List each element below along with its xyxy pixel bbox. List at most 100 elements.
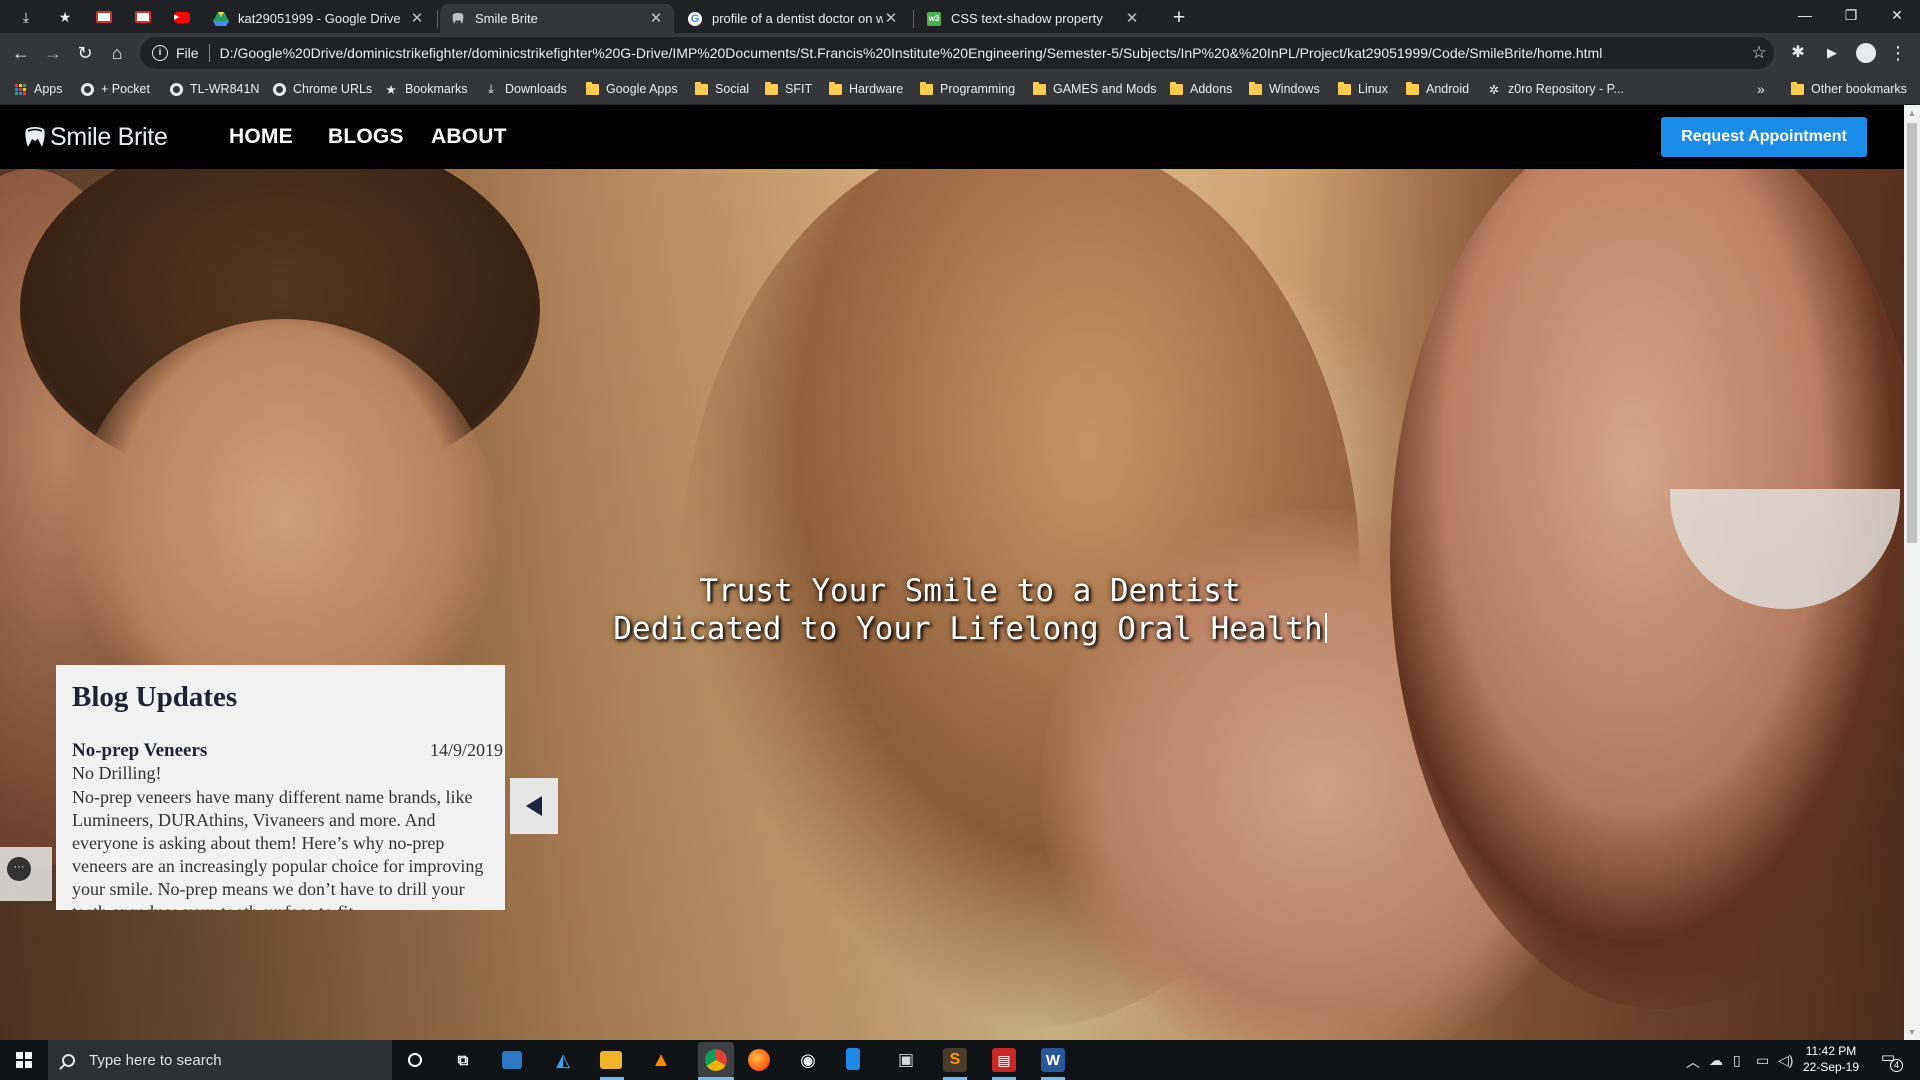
volume-icon[interactable]: ◁) [1778, 1052, 1793, 1069]
nav-home[interactable]: HOME [229, 125, 293, 149]
back-icon[interactable]: ← [9, 41, 33, 65]
menu-kebab-icon[interactable]: ⋮ [1886, 41, 1910, 65]
star-icon[interactable]: ★ [52, 6, 78, 28]
nav-blogs[interactable]: BLOGS [328, 125, 404, 149]
app-blue-icon[interactable] [846, 1048, 860, 1070]
address-bar[interactable]: i File D:/Google%20Drive/dominicstrikefi… [140, 37, 1774, 69]
control-panel-icon[interactable] [502, 1051, 522, 1069]
usb-icon[interactable]: ▯ [1733, 1052, 1741, 1069]
minimize-button[interactable]: — [1782, 0, 1828, 32]
bug-icon: ✲ [1488, 82, 1500, 97]
bookmark-tl-wr841n[interactable]: TL-WR841N [169, 79, 259, 99]
bookmark-apps[interactable]: Apps [13, 79, 63, 99]
vlc-icon[interactable]: ▲ [649, 1048, 673, 1072]
info-icon[interactable]: i [152, 45, 168, 61]
close-tab-icon[interactable]: ✕ [1124, 10, 1140, 27]
network-app-icon[interactable]: ◭ [551, 1048, 575, 1072]
bookmark-star-icon[interactable]: ☆ [1744, 43, 1774, 63]
gmail-icon[interactable] [130, 6, 156, 28]
bookmark-google-apps[interactable]: Google Apps [585, 79, 678, 99]
close-tab-icon[interactable]: ✕ [883, 10, 899, 27]
bookmark-social[interactable]: Social [694, 79, 749, 99]
bookmark-linux[interactable]: Linux [1337, 79, 1388, 99]
taskbar-clock[interactable]: 11:42 PM 22-Sep-19 [1796, 1043, 1866, 1075]
browser-toolbar: ← → ↻ ⌂ i File D:/Google%20Drive/dominic… [0, 33, 1920, 73]
chat-widget[interactable]: ··· [0, 847, 52, 901]
bookmark-other-bookmarks[interactable]: Other bookmarks [1790, 79, 1907, 99]
bookmarks-overflow-icon[interactable]: » [1757, 79, 1765, 99]
bookmark-label: Google Apps [606, 82, 678, 96]
tab-smile-brite[interactable]: Smile Brite ✕ [440, 4, 674, 33]
tab-google-drive[interactable]: kat29051999 - Google Drive ✕ [203, 4, 435, 33]
file-explorer-icon[interactable] [600, 1051, 622, 1069]
bookmark-games-and-mods[interactable]: GAMES and Mods [1032, 79, 1157, 99]
youtube-icon[interactable]: ▶ [169, 6, 195, 28]
cloud-icon[interactable]: ☁ [1709, 1052, 1723, 1069]
taskbar-search-box[interactable]: Type here to search [48, 1040, 392, 1080]
bookmark-chrome-urls[interactable]: Chrome URLs [272, 79, 372, 99]
app-window-icon[interactable]: ▣ [894, 1048, 918, 1072]
profile-avatar-icon[interactable] [1854, 41, 1878, 65]
page-scrollbar[interactable]: ▲ ▼ [1904, 105, 1920, 1040]
tab-w3schools[interactable]: w3 CSS text-shadow property ✕ [916, 4, 1150, 33]
bookmark-addons[interactable]: Addons [1169, 79, 1232, 99]
downloads-icon[interactable]: ⤓ [13, 6, 39, 28]
task-view-icon[interactable]: ⧉ [451, 1048, 475, 1072]
blog-post-date: 14/9/2019 [429, 740, 503, 760]
tray-overflow-icon[interactable]: ︿ [1686, 1052, 1700, 1072]
bookmark-label: SFIT [785, 82, 813, 96]
nav-about[interactable]: ABOUT [431, 125, 507, 149]
extensions-icon[interactable]: ✱ [1786, 41, 1810, 65]
bookmark-z0ro-repository[interactable]: ✲ z0ro Repository - P... [1487, 79, 1624, 99]
pdf-reader-icon[interactable]: ▤ [992, 1048, 1016, 1072]
blog-post-subtitle: No Drilling! [72, 763, 162, 783]
scrollbar-thumb[interactable] [1907, 123, 1917, 543]
bookmark-windows[interactable]: Windows [1248, 79, 1320, 99]
gmail-icon[interactable] [91, 6, 117, 28]
url-text[interactable]: D:/Google%20Drive/dominicstrikefighter/d… [220, 45, 1744, 61]
new-tab-button[interactable]: + [1166, 5, 1192, 31]
blog-panel-toggle-button[interactable] [510, 778, 558, 834]
bookmark-downloads[interactable]: ⤓ Downloads [484, 79, 567, 99]
bookmark-pocket[interactable]: + Pocket [80, 79, 150, 99]
scroll-up-arrow-icon[interactable]: ▲ [1904, 105, 1920, 121]
request-appointment-button[interactable]: Request Appointment [1661, 117, 1867, 157]
word-icon[interactable]: W [1041, 1048, 1065, 1072]
bookmark-label: GAMES and Mods [1053, 82, 1157, 96]
reload-icon[interactable]: ↻ [73, 41, 97, 65]
home-icon[interactable]: ⌂ [105, 41, 129, 65]
tab-title: Smile Brite [475, 11, 538, 26]
bookmark-hardware[interactable]: Hardware [828, 79, 903, 99]
close-tab-icon[interactable]: ✕ [648, 10, 664, 27]
blog-post-title[interactable]: No-prep Veneers [72, 740, 207, 762]
restore-button[interactable]: ❐ [1828, 0, 1874, 32]
site-logo[interactable]: Smile Brite [22, 119, 168, 155]
tagline-line-2: Dedicated to Your Lifelong Oral Health [560, 610, 1380, 648]
close-window-button[interactable]: ✕ [1874, 0, 1920, 32]
chrome-taskbar-icon[interactable] [698, 1042, 734, 1078]
tab-google-search[interactable]: G profile of a dentist doctor on wel ✕ [677, 4, 909, 33]
forward-icon[interactable]: → [41, 41, 65, 65]
firefox-icon[interactable] [747, 1048, 771, 1072]
tab-title: kat29051999 - Google Drive [238, 11, 401, 26]
bookmark-sfit[interactable]: SFIT [764, 79, 812, 99]
action-center-icon[interactable]: ▭ 4 [1876, 1048, 1903, 1072]
close-tab-icon[interactable]: ✕ [409, 10, 425, 27]
bookmark-label: Hardware [849, 82, 904, 96]
start-button[interactable] [0, 1040, 48, 1080]
hero-tagline: Trust Your Smile to a Dentist Dedicated … [560, 572, 1380, 648]
media-play-icon[interactable]: ▶ [1820, 41, 1844, 65]
bookmark-android[interactable]: Android [1405, 79, 1469, 99]
network-icon[interactable]: ▭ [1756, 1052, 1769, 1069]
scroll-down-arrow-icon[interactable]: ▼ [1904, 1024, 1920, 1040]
star-icon: ★ [385, 82, 397, 97]
typing-caret [1324, 613, 1327, 643]
bookmark-label: TL-WR841N [190, 82, 260, 96]
bookmark-bookmarks[interactable]: ★ Bookmarks [384, 79, 467, 99]
bookmark-programming[interactable]: Programming [919, 79, 1015, 99]
folder-icon [585, 81, 599, 96]
cortana-icon[interactable] [403, 1048, 427, 1072]
sublime-text-icon[interactable]: S [943, 1048, 967, 1072]
steam-icon[interactable]: ◉ [796, 1048, 820, 1072]
blog-post-body: No-prep veneers have many different name… [72, 787, 484, 910]
